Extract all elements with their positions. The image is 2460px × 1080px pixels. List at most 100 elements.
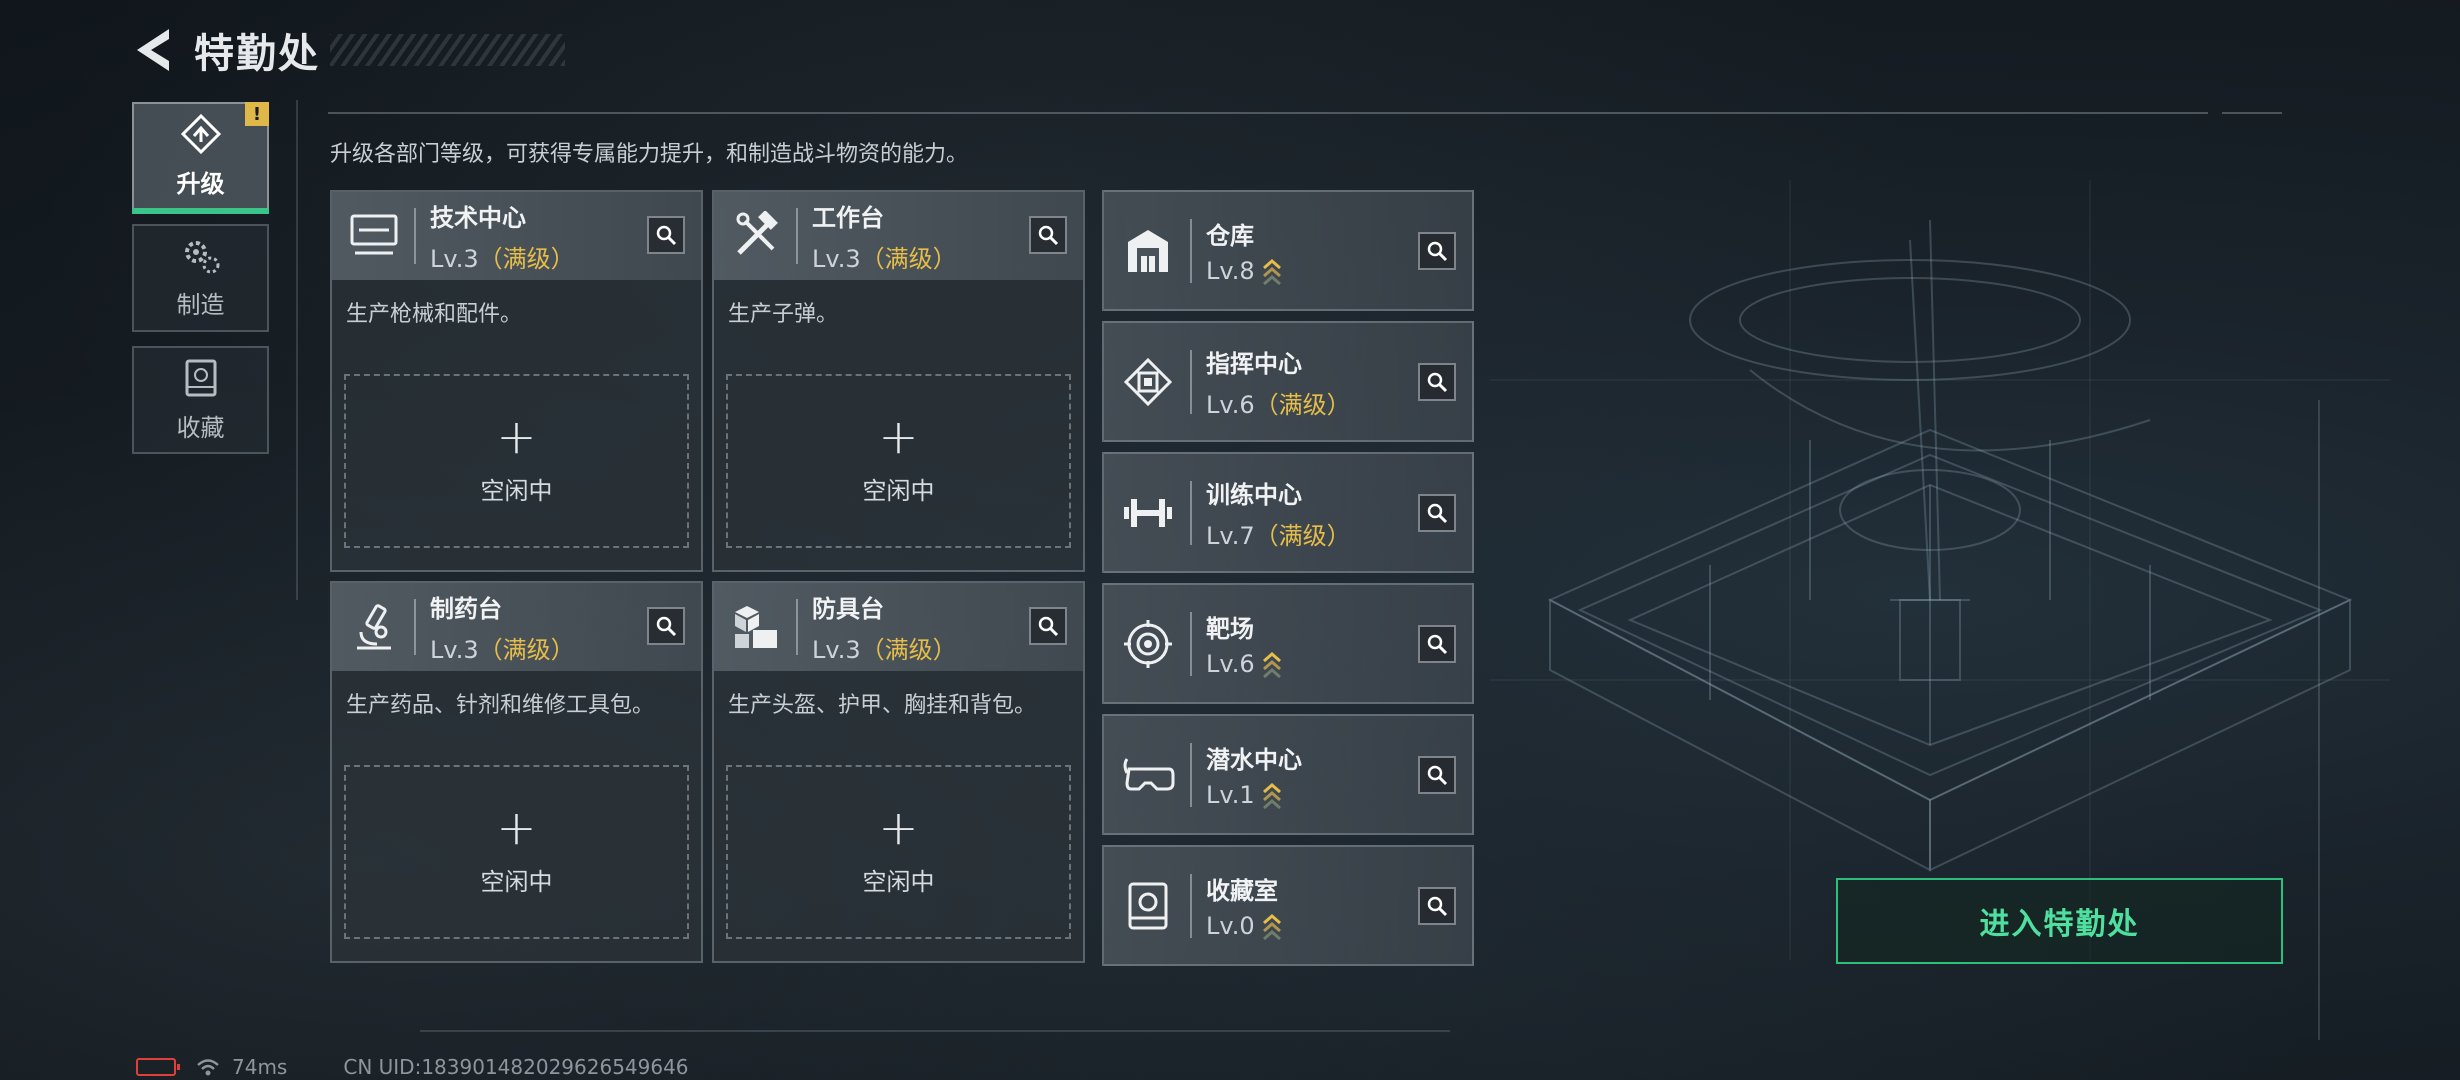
- header-separator: [1190, 349, 1192, 414]
- enter-special-ops-button[interactable]: 进入特勤处: [1836, 878, 2283, 964]
- inspect-button[interactable]: [1029, 607, 1067, 645]
- department-row-training-center[interactable]: 训练中心 Lv.7（满级）: [1102, 452, 1474, 573]
- level-value: Lv.3: [812, 245, 861, 273]
- header-separator: [1190, 611, 1192, 676]
- wifi-icon: [197, 1059, 219, 1076]
- tab-label: 升级: [176, 169, 225, 198]
- back-button[interactable]: [130, 22, 176, 78]
- department-row-shooting-range[interactable]: 靶场 Lv.6: [1102, 583, 1474, 704]
- slot-status: 空闲中: [480, 476, 553, 505]
- inspect-button[interactable]: [1418, 625, 1456, 663]
- ping-value: 74ms: [232, 1055, 288, 1079]
- goggles-icon: [1118, 745, 1178, 805]
- header-separator: [1190, 218, 1192, 283]
- department-row-warehouse[interactable]: 仓库 Lv.8: [1102, 190, 1474, 311]
- craft-slot[interactable]: + 空闲中: [344, 765, 689, 939]
- workbench-description: 生产药品、针剂和维修工具包。: [346, 693, 655, 718]
- department-row-diving-center[interactable]: 潜水中心 Lv.1: [1102, 714, 1474, 835]
- inspect-button[interactable]: [647, 607, 685, 645]
- department-name: 训练中心: [1206, 480, 1302, 509]
- plus-icon: +: [878, 799, 919, 856]
- maxed-label: （满级）: [1254, 390, 1351, 419]
- divider-line: [2222, 112, 2282, 114]
- tools-icon: [728, 206, 784, 266]
- search-icon: [1427, 634, 1448, 655]
- department-level: Lv.1: [1206, 781, 1302, 810]
- plus-icon: +: [496, 408, 537, 465]
- chip-icon: [1118, 352, 1178, 412]
- workbench-name: 工作台: [812, 204, 884, 232]
- right-deco-line: [2318, 400, 2320, 1040]
- department-name: 收藏室: [1206, 876, 1278, 905]
- level-value: Lv.7: [1206, 521, 1255, 550]
- level-value: Lv.6: [1206, 390, 1255, 419]
- dumbbell-icon: [1118, 483, 1178, 543]
- inspect-button[interactable]: [1418, 363, 1456, 401]
- divider-line: [328, 112, 2208, 114]
- header-separator: [1190, 742, 1192, 807]
- search-icon: [1427, 896, 1448, 917]
- workbench-card-workbench[interactable]: 工作台 Lv.3（满级） 生产子弹。 + 空闲中: [712, 190, 1085, 572]
- tab-label: 收藏: [176, 413, 225, 442]
- header-separator: [414, 208, 416, 264]
- maxed-label: （满级）: [478, 245, 575, 273]
- craft-slot[interactable]: + 空闲中: [726, 765, 1071, 939]
- monitor-icon: [346, 206, 402, 266]
- upgrade-chevron-icon: [1262, 258, 1281, 285]
- upgrade-icon: [180, 113, 221, 154]
- department-name: 潜水中心: [1206, 745, 1302, 774]
- workbench-name: 制药台: [430, 595, 502, 623]
- divider-line: [296, 100, 298, 600]
- back-arrow-icon: [137, 29, 169, 71]
- bottom-deco-line: [420, 1030, 1450, 1032]
- boxes-icon: [728, 597, 784, 657]
- department-name: 靶场: [1206, 614, 1254, 643]
- title-stripe-decoration: [330, 34, 565, 66]
- inspect-button[interactable]: [1029, 216, 1067, 254]
- search-icon: [1038, 616, 1059, 637]
- slot-status: 空闲中: [862, 867, 935, 896]
- maxed-label: （满级）: [1254, 521, 1351, 550]
- workbench-level: Lv.3（满级）: [812, 239, 957, 274]
- display-case-icon: [185, 359, 216, 396]
- department-row-collection-room[interactable]: 收藏室 Lv.0: [1102, 845, 1474, 966]
- microscope-icon: [346, 597, 402, 657]
- craft-slot[interactable]: + 空闲中: [344, 374, 689, 548]
- card-header: 技术中心 Lv.3（满级）: [332, 192, 701, 280]
- department-level: Lv.8: [1206, 257, 1283, 286]
- base-schematic-graphic: [1490, 180, 2390, 960]
- department-row-command-center[interactable]: 指挥中心 Lv.6（满级）: [1102, 321, 1474, 442]
- card-header: 工作台 Lv.3（满级）: [714, 192, 1083, 280]
- header-separator: [796, 208, 798, 264]
- workbench-description: 生产头盔、护甲、胸挂和背包。: [728, 693, 1037, 718]
- department-level: Lv.6: [1206, 650, 1283, 679]
- workbench-level: Lv.3（满级）: [430, 630, 575, 665]
- header-separator: [414, 599, 416, 655]
- department-level: Lv.6（满级）: [1206, 385, 1351, 420]
- workbench-card-tech-center[interactable]: 技术中心 Lv.3（满级） 生产枪械和配件。 + 空闲中: [330, 190, 703, 572]
- workbench-card-pharmacy[interactable]: 制药台 Lv.3（满级） 生产药品、针剂和维修工具包。 + 空闲中: [330, 581, 703, 963]
- inspect-button[interactable]: [647, 216, 685, 254]
- page-title: 特勤处: [194, 31, 320, 77]
- department-level: Lv.7（满级）: [1206, 516, 1351, 551]
- search-icon: [1427, 765, 1448, 786]
- tab-label: 制造: [176, 290, 225, 319]
- display-case-icon: [1118, 876, 1178, 936]
- slot-status: 空闲中: [480, 867, 553, 896]
- workbench-level: Lv.3（满级）: [430, 239, 575, 274]
- enter-button-label: 进入特勤处: [1979, 907, 2140, 942]
- tab-collection[interactable]: 收藏: [132, 346, 269, 454]
- inspect-button[interactable]: [1418, 232, 1456, 270]
- header-bar: 特勤处: [130, 22, 565, 78]
- tab-upgrade[interactable]: ! 升级: [132, 102, 269, 214]
- status-bar: 74ms CN UID:183901482029626549646: [136, 1054, 689, 1080]
- inspect-button[interactable]: [1418, 756, 1456, 794]
- target-icon: [1118, 614, 1178, 674]
- inspect-button[interactable]: [1418, 494, 1456, 532]
- level-value: Lv.8: [1206, 256, 1255, 285]
- craft-slot[interactable]: + 空闲中: [726, 374, 1071, 548]
- tab-craft[interactable]: 制造: [132, 224, 269, 332]
- inspect-button[interactable]: [1418, 887, 1456, 925]
- workbench-card-armor[interactable]: 防具台 Lv.3（满级） 生产头盔、护甲、胸挂和背包。 + 空闲中: [712, 581, 1085, 963]
- card-header: 防具台 Lv.3（满级）: [714, 583, 1083, 671]
